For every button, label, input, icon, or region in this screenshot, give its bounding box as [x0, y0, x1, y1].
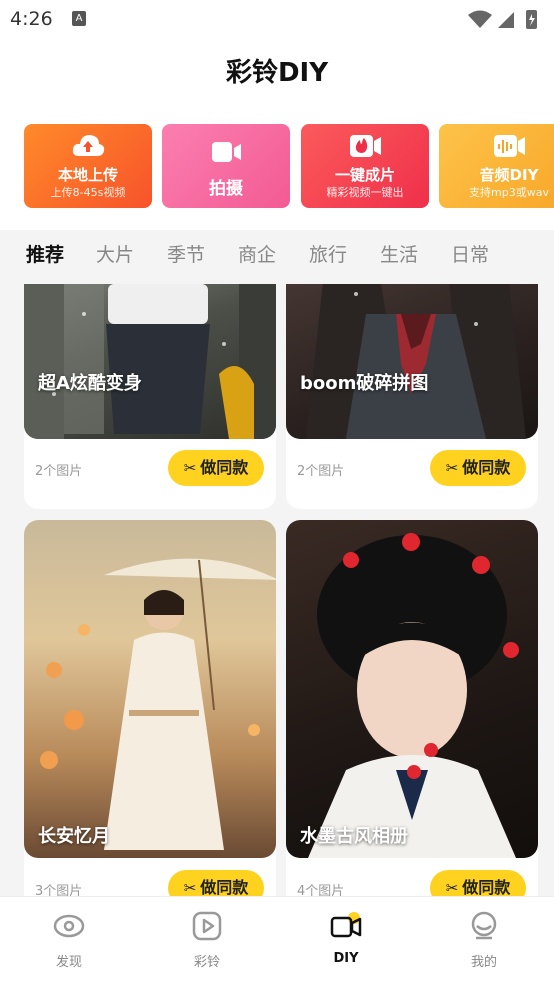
status-icons [468, 10, 537, 29]
nav-ringtone[interactable]: 彩铃 [138, 897, 276, 975]
tab-business[interactable]: 商企 [238, 240, 276, 267]
bottom-nav: 发现 彩铃 DIY 我的 [0, 896, 554, 974]
nav-label: 彩铃 [193, 955, 220, 970]
header: 彩铃DIY 本地上传 上传8-45s视频 拍摄 一键成片 精彩视频一键出 音频D… [0, 40, 554, 230]
make-same-label: 做同款 [462, 878, 511, 896]
template-feed[interactable]: 超A炫酷变身 2个图片 ✂ 做同款 boom破碎拼图 2个图片 ✂ 做同款 长安… [0, 284, 554, 896]
make-same-button[interactable]: ✂ 做同款 [430, 450, 526, 486]
cloud-upload-icon [72, 135, 105, 156]
scissors-icon: ✂ [183, 459, 197, 477]
tab-season[interactable]: 季节 [167, 240, 205, 267]
template-image [306, 284, 526, 439]
nav-discover[interactable]: 发现 [0, 897, 138, 975]
image-count: 2个图片 [297, 464, 345, 479]
template-card[interactable]: 长安忆月 3个图片 ✂ 做同款 [24, 520, 276, 896]
one-click-button[interactable]: 一键成片 精彩视频一键出 [301, 124, 429, 208]
template-image [308, 533, 519, 858]
signal-icon [498, 12, 514, 28]
notification-icon: A [72, 11, 86, 26]
template-card[interactable]: 水墨古风相册 4个图片 ✂ 做同款 [286, 520, 538, 896]
video-camera-icon [330, 912, 362, 938]
nav-label: DIY [333, 951, 359, 966]
template-image [24, 284, 276, 439]
nav-mine[interactable]: 我的 [415, 897, 553, 975]
quick-subtitle: 上传8-45s视频 [50, 186, 126, 199]
nav-label: 发现 [55, 955, 82, 970]
quick-title: 本地上传 [57, 166, 118, 184]
make-same-label: 做同款 [462, 458, 511, 477]
image-count: 4个图片 [297, 884, 345, 896]
image-count: 2个图片 [35, 464, 83, 479]
quick-actions: 本地上传 上传8-45s视频 拍摄 一键成片 精彩视频一键出 音频DIY 支持m… [24, 124, 554, 208]
template-thumbnail: 超A炫酷变身 [24, 284, 276, 439]
make-same-button[interactable]: ✂ 做同款 [168, 870, 264, 896]
quick-title: 拍摄 [209, 179, 243, 199]
tab-recommend[interactable]: 推荐 [26, 240, 65, 267]
template-thumbnail: 水墨古风相册 [286, 520, 538, 858]
flame-camera-icon [350, 135, 381, 157]
make-same-button[interactable]: ✂ 做同款 [430, 870, 526, 896]
template-thumbnail: 长安忆月 [24, 520, 276, 858]
video-camera-icon [212, 142, 241, 162]
quick-subtitle: 精彩视频一键出 [326, 186, 404, 199]
audio-wave-icon [494, 135, 525, 157]
template-thumbnail: boom破碎拼图 [286, 284, 538, 439]
nav-diy[interactable]: DIY [277, 897, 415, 975]
local-upload-button[interactable]: 本地上传 上传8-45s视频 [24, 124, 152, 208]
audio-diy-button[interactable]: 音频DIY 支持mp3或wav [439, 124, 554, 208]
quick-subtitle: 支持mp3或wav [469, 186, 549, 199]
play-icon [192, 911, 222, 941]
scissors-icon: ✂ [445, 459, 459, 477]
scissors-icon: ✂ [183, 879, 197, 896]
make-same-label: 做同款 [200, 458, 249, 477]
template-title: 超A炫酷变身 [38, 373, 142, 394]
image-count: 3个图片 [35, 884, 83, 896]
shoot-button[interactable]: 拍摄 [162, 124, 290, 208]
template-card[interactable]: boom破碎拼图 2个图片 ✂ 做同款 [286, 284, 538, 509]
status-bar: 4:26 A [0, 0, 554, 40]
template-title: boom破碎拼图 [300, 373, 429, 394]
tab-life[interactable]: 生活 [380, 240, 418, 267]
nav-label: 我的 [470, 955, 497, 970]
eye-icon [53, 914, 85, 938]
status-time: 4:26 [10, 8, 53, 30]
tab-daily[interactable]: 日常 [451, 240, 489, 267]
quick-title: 音频DIY [479, 166, 539, 184]
template-title: 水墨古风相册 [300, 826, 408, 847]
quick-title: 一键成片 [334, 166, 395, 184]
make-same-label: 做同款 [200, 878, 249, 896]
page-title: 彩铃DIY [225, 58, 329, 88]
profile-icon [471, 911, 497, 940]
tab-travel[interactable]: 旅行 [309, 240, 347, 267]
scissors-icon: ✂ [445, 879, 459, 896]
template-image [40, 558, 276, 850]
template-title: 长安忆月 [38, 826, 110, 847]
make-same-button[interactable]: ✂ 做同款 [168, 450, 264, 486]
template-card[interactable]: 超A炫酷变身 2个图片 ✂ 做同款 [24, 284, 276, 509]
wifi-icon [468, 10, 492, 28]
system-gesture-bar [0, 974, 554, 984]
tab-blockbuster[interactable]: 大片 [96, 240, 134, 267]
category-tabs: 推荐 大片 季节 商企 旅行 生活 日常 [0, 230, 554, 284]
